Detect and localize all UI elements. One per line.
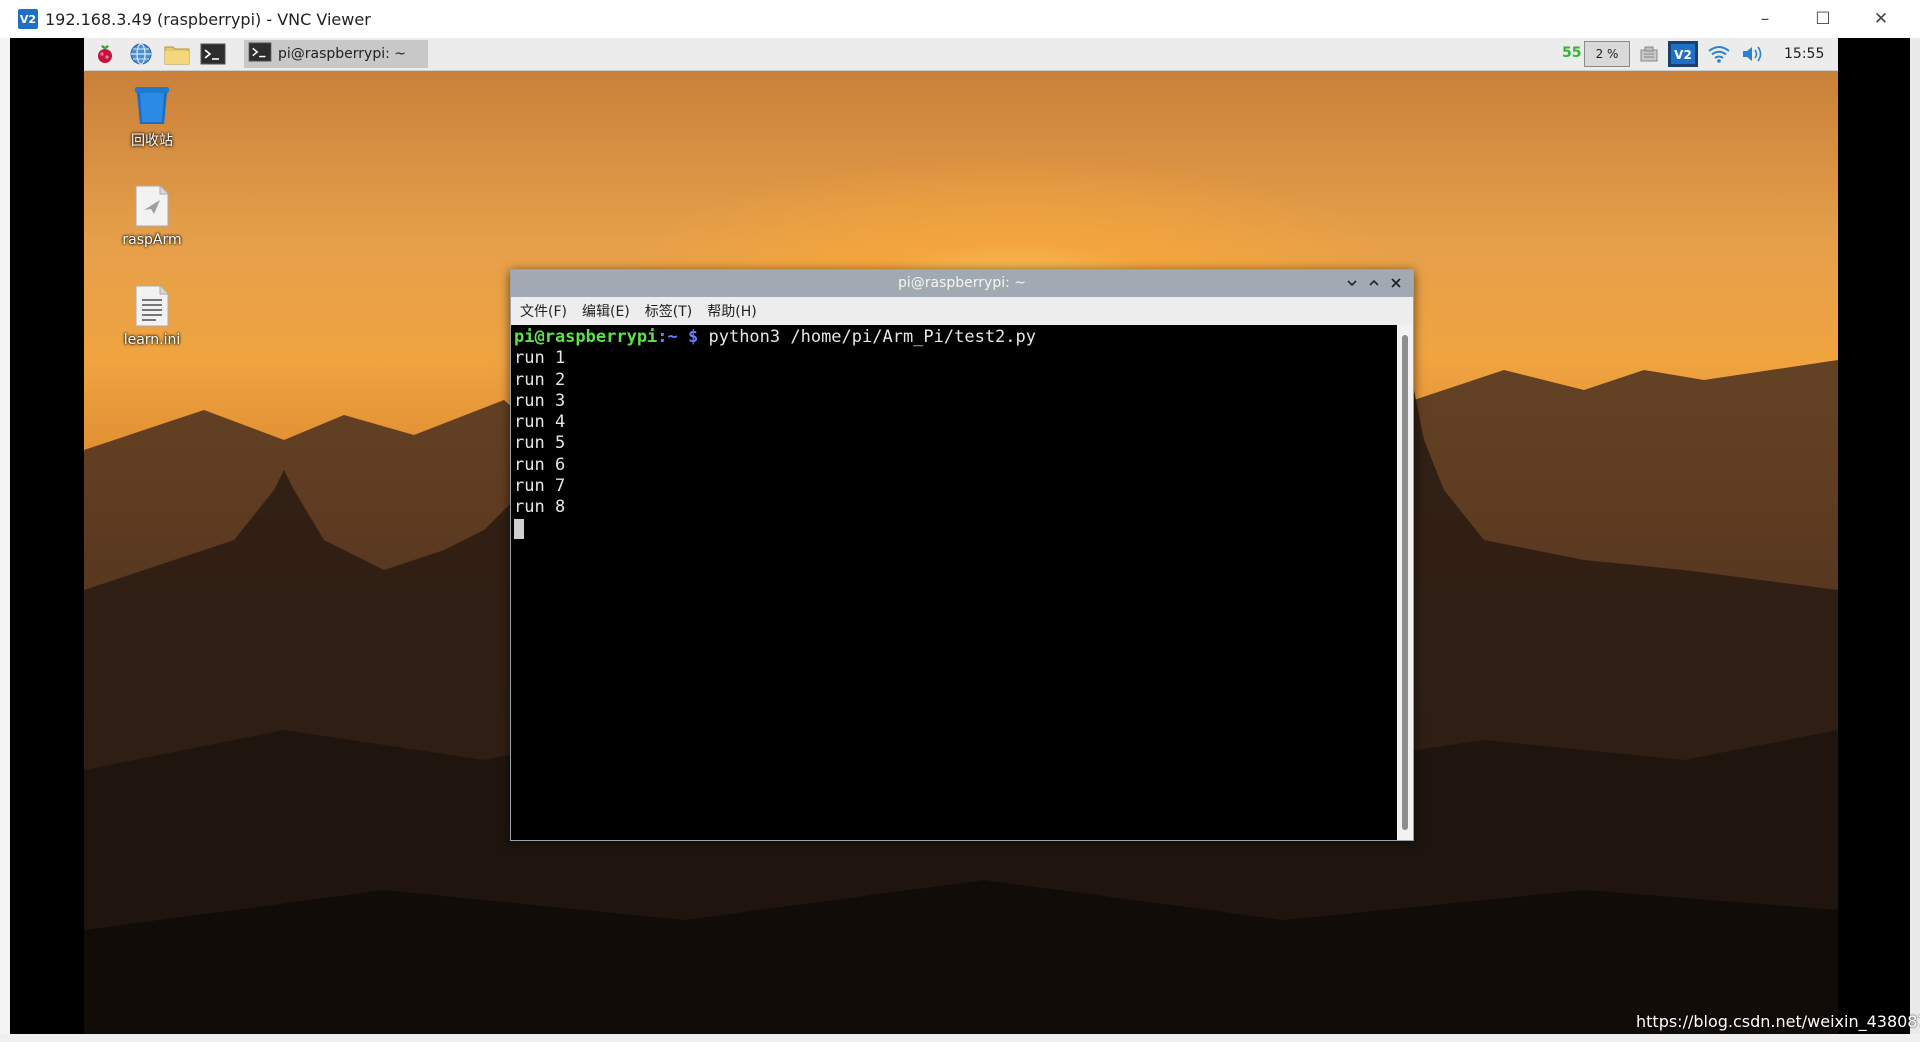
- task-label: pi@raspberrypi: ~: [278, 46, 407, 62]
- terminal-menubar: 文件(F) 编辑(E) 标签(T) 帮助(H): [511, 297, 1413, 325]
- close-button[interactable]: ✕: [1852, 0, 1910, 38]
- command-line: pi@raspberrypi:~ $ python3 /home/pi/Arm_…: [514, 327, 1397, 348]
- output-line: run 5: [514, 433, 566, 454]
- scrollbar-thumb[interactable]: [1402, 335, 1408, 830]
- terminal-icon: [248, 42, 272, 66]
- desktop-icon-label: 回收站: [131, 133, 173, 149]
- terminal-output[interactable]: pi@raspberrypi:~ $ python3 /home/pi/Arm_…: [511, 325, 1397, 840]
- terminal-close-button[interactable]: [1387, 274, 1405, 292]
- desktop-icon-learn-ini[interactable]: learn.ini: [107, 284, 197, 348]
- web-browser-icon[interactable]: [128, 42, 154, 66]
- clock[interactable]: 15:55: [1784, 46, 1824, 62]
- remote-desktop[interactable]: pi@raspberrypi: ~ 55 2 % V2 15:55 回收站 ra…: [84, 38, 1838, 1034]
- taskbar: pi@raspberrypi: ~ 55 2 % V2 15:55: [84, 38, 1838, 71]
- terminal-titlebar[interactable]: pi@raspberrypi: ~: [511, 270, 1413, 297]
- cpu-usage-monitor[interactable]: 2 %: [1584, 41, 1630, 67]
- output-line: run 4: [514, 412, 566, 433]
- chevron-up-icon: [1369, 279, 1379, 286]
- watermark: https://blog.csdn.net/weixin_43808708: [1636, 1012, 1920, 1031]
- output-line: run 6: [514, 454, 566, 475]
- terminal-title: pi@raspberrypi: ~: [897, 275, 1027, 291]
- taskbar-terminal-task[interactable]: pi@raspberrypi: ~: [244, 40, 428, 68]
- vnc-app-icon: V2: [18, 9, 38, 29]
- vnc-server-label: V2: [1674, 48, 1692, 62]
- window-title: 192.168.3.49 (raspberrypi) - VNC Viewer: [45, 9, 371, 29]
- raspberry-menu-icon[interactable]: [92, 42, 118, 66]
- host-left-edge: [0, 38, 10, 1034]
- close-icon: [1391, 278, 1401, 288]
- desktop-icon-trash[interactable]: 回收站: [107, 84, 197, 150]
- trash-icon: [135, 87, 169, 124]
- document-icon: [135, 185, 169, 227]
- cursor-line: [514, 518, 1397, 540]
- prompt-user: pi@raspberrypi: [514, 327, 658, 347]
- terminal-minimize-button[interactable]: [1343, 274, 1361, 292]
- desktop-icon-label: learn.ini: [123, 332, 181, 348]
- desktop-icon-label: raspArm: [122, 232, 182, 248]
- terminal-window[interactable]: pi@raspberrypi: ~ 文件(F) 编辑(E) 标签(T) 帮助(H…: [510, 269, 1414, 841]
- menu-edit[interactable]: 编辑(E): [582, 301, 630, 321]
- vnc-server-icon[interactable]: V2: [1668, 41, 1698, 67]
- text-cursor: [514, 518, 524, 539]
- output-line: run 8: [514, 497, 566, 518]
- ejector-icon[interactable]: [1636, 42, 1662, 66]
- cpu-temperature: 55: [1562, 45, 1582, 61]
- menu-tabs[interactable]: 标签(T): [645, 301, 692, 321]
- menu-help[interactable]: 帮助(H): [707, 301, 756, 321]
- desktop-icon-rasparm[interactable]: raspArm: [107, 184, 197, 248]
- command-text: python3 /home/pi/Arm_Pi/test2.py: [698, 327, 1037, 347]
- file-manager-icon[interactable]: [164, 42, 190, 66]
- prompt-path: :~ $: [657, 327, 699, 347]
- terminal-maximize-button[interactable]: [1365, 274, 1383, 292]
- chevron-down-icon: [1347, 280, 1357, 287]
- output-line: run 1: [514, 348, 566, 369]
- volume-icon[interactable]: [1740, 42, 1766, 66]
- output-line: run 2: [514, 369, 566, 390]
- wifi-icon[interactable]: [1706, 42, 1732, 66]
- menu-file[interactable]: 文件(F): [520, 301, 567, 321]
- vnc-titlebar: V2 192.168.3.49 (raspberrypi) - VNC View…: [0, 0, 1920, 39]
- minimize-button[interactable]: –: [1736, 0, 1794, 38]
- host-bottom-edge: [0, 1034, 1920, 1042]
- text-file-icon: [135, 285, 169, 327]
- terminal-scrollbar[interactable]: [1397, 325, 1413, 840]
- terminal-icon[interactable]: [200, 42, 226, 66]
- maximize-button[interactable]: ☐: [1794, 0, 1852, 38]
- output-line: run 3: [514, 390, 566, 411]
- host-right-edge: [1910, 38, 1920, 1034]
- output-line: run 7: [514, 476, 566, 497]
